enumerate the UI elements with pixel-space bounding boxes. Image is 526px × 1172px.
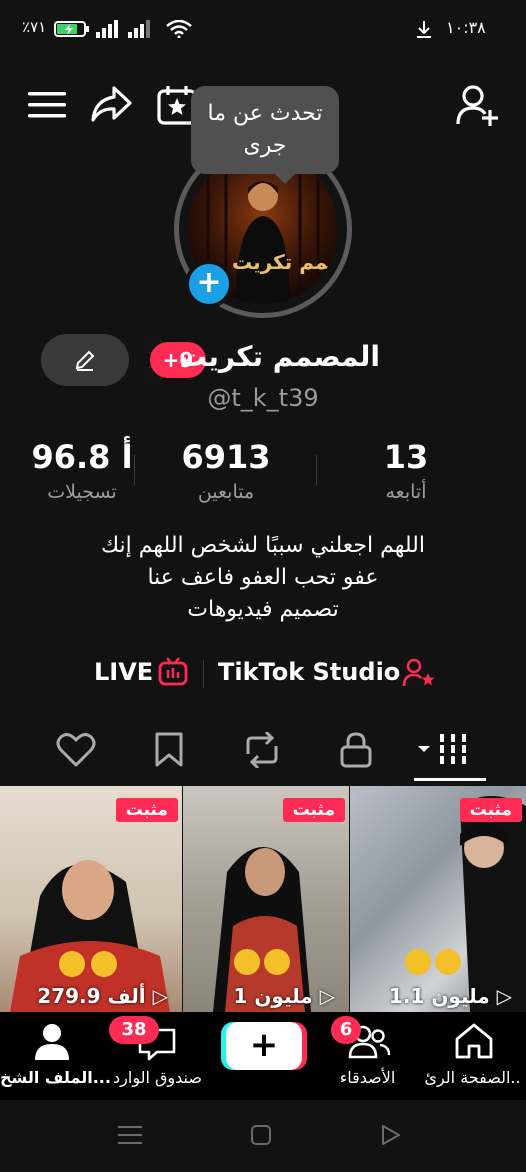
recents-icon[interactable]	[118, 1124, 142, 1146]
nav-inbox-label: صندوق الوارد	[113, 1068, 202, 1087]
profile-name: المصمم تكريت	[178, 340, 380, 373]
download-icon	[416, 20, 432, 40]
avatar-caption: المصمم تكريت	[232, 250, 332, 274]
links-divider	[203, 660, 204, 688]
wifi-icon	[166, 20, 192, 38]
stat-divider	[316, 455, 317, 485]
video-grid: مثبت 1.1 مليون ▷ مثبت 1 مليون ▷ مثبت 279…	[0, 786, 526, 1012]
bio: اللهم اجعلني سببًا لشخص اللهم إنك عفو تح…	[0, 530, 526, 626]
view-count: 279.9 ألف ▷	[37, 984, 168, 1008]
videos-grid-tab[interactable]	[416, 732, 472, 768]
creator-icon	[402, 658, 436, 688]
home-icon	[454, 1022, 494, 1060]
nav-profile[interactable]: الملف الشخ...	[0, 1012, 111, 1100]
system-nav-bar	[0, 1100, 526, 1172]
nav-friends[interactable]: 6 الأصدقاء	[315, 1012, 420, 1100]
profile-handle: @t_k_t39	[207, 384, 319, 412]
nav-home[interactable]: الصفحة الرئ..	[420, 1012, 525, 1100]
video-thumbnail[interactable]: مثبت 1.1 مليون ▷	[350, 786, 526, 1012]
view-count: 1 مليون ▷	[233, 984, 335, 1008]
create-button[interactable]: +	[226, 1022, 302, 1070]
profile-icon	[34, 1022, 70, 1062]
content-tabs	[0, 722, 526, 780]
view-count-value: 1.1 مليون	[388, 984, 490, 1008]
view-count-value: 1 مليون	[233, 984, 313, 1008]
battery-percent: ٪٧١	[22, 18, 47, 36]
following-label: أتابعه	[385, 481, 427, 503]
followers-stat[interactable]: 6913 متابعين	[156, 436, 296, 506]
view-count-value: 279.9 ألف	[37, 984, 146, 1008]
bio-line: عفو تحب العفو فاعف عنا	[147, 565, 379, 590]
view-count: 1.1 مليون ▷	[388, 984, 512, 1008]
inbox-badge: 38	[109, 1016, 159, 1044]
heart-icon[interactable]	[56, 732, 96, 768]
following-count: 13	[383, 438, 429, 476]
battery-icon	[54, 20, 90, 38]
share-icon[interactable]	[90, 84, 132, 124]
video-thumbnail[interactable]: مثبت 279.9 ألف ▷	[0, 786, 182, 1012]
add-story-button[interactable]: +	[185, 260, 233, 308]
friends-badge: 6	[331, 1016, 361, 1044]
likes-label: تسجيلات	[47, 481, 117, 503]
pinned-badge: مثبت	[115, 798, 178, 822]
edit-profile-button[interactable]	[41, 334, 129, 386]
pinned-badge: مثبت	[282, 798, 345, 822]
bio-line: اللهم اجعلني سببًا لشخص اللهم إنك	[101, 533, 425, 558]
video-thumbnail[interactable]: مثبت 1 مليون ▷	[183, 786, 349, 1012]
following-stat[interactable]: 13 أتابعه	[336, 436, 476, 506]
tooltip: تحدث عن ما جرى	[191, 86, 339, 184]
likes-stat[interactable]: 96.8 أ تسجيلات	[12, 436, 152, 506]
followers-count: 6913	[181, 438, 271, 476]
nav-profile-label: الملف الشخ...	[0, 1068, 111, 1087]
plus-icon: +	[249, 1025, 279, 1065]
back-icon[interactable]	[380, 1124, 402, 1146]
pinned-badge: مثبت	[459, 798, 522, 822]
lock-icon[interactable]	[340, 732, 372, 768]
home-button-icon[interactable]	[250, 1124, 272, 1146]
nav-inbox[interactable]: 38 صندوق الوارد	[105, 1012, 210, 1100]
nav-home-label: الصفحة الرئ..	[424, 1068, 521, 1087]
menu-icon[interactable]	[28, 90, 66, 120]
add-friend-icon[interactable]	[456, 84, 502, 128]
status-bar: ٪٧١ ١٠:٣٨	[0, 0, 526, 60]
repost-icon[interactable]	[242, 732, 282, 768]
live-tv-icon	[158, 656, 188, 686]
followers-label: متابعين	[197, 481, 255, 503]
bio-line: تصميم فيديوهات	[187, 597, 339, 622]
tab-indicator	[414, 778, 486, 781]
bottom-nav: الصفحة الرئ.. 6 الأصدقاء + 38 صندوق الوا…	[0, 1012, 526, 1100]
live-label: LIVE	[94, 658, 154, 686]
likes-count: 96.8 أ	[31, 438, 133, 476]
pencil-icon	[73, 348, 97, 372]
clock: ١٠:٣٨	[446, 18, 486, 37]
bookmark-icon[interactable]	[154, 732, 184, 768]
signal-icon-2	[128, 20, 154, 38]
studio-label: TikTok Studio	[218, 658, 401, 686]
signal-icon	[96, 20, 122, 38]
nav-friends-label: الأصدقاء	[339, 1068, 396, 1087]
